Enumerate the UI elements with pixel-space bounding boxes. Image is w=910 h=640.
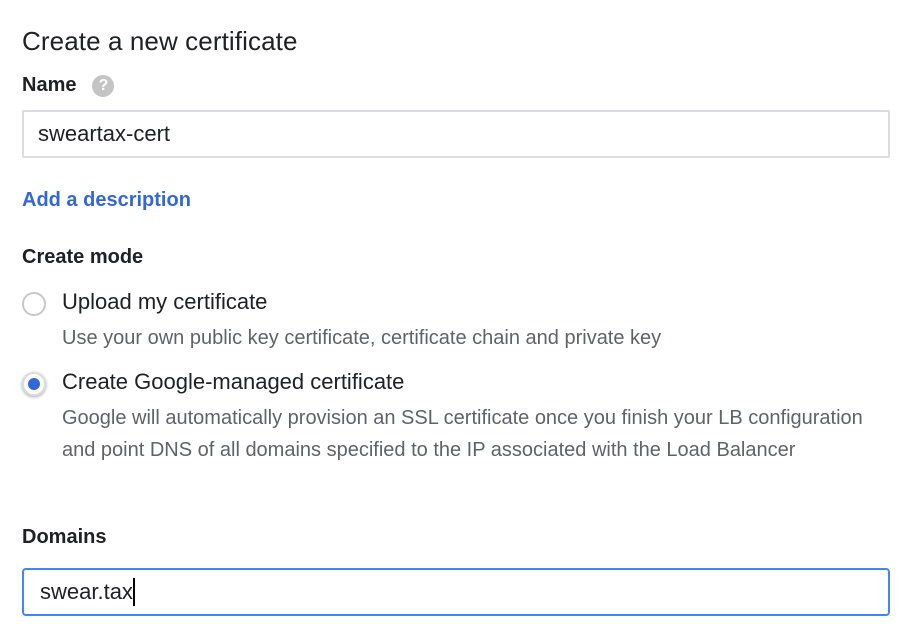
- google-managed-option-title[interactable]: Create Google-managed certificate: [62, 369, 404, 395]
- domains-label: Domains: [22, 526, 107, 548]
- domains-input[interactable]: swear.tax: [22, 568, 890, 616]
- help-question-icon[interactable]: ?: [92, 74, 115, 97]
- upload-radio-button[interactable]: [22, 292, 46, 316]
- upload-option-title[interactable]: Upload my certificate: [62, 289, 267, 315]
- google-managed-option-description: Google will automatically provision an S…: [62, 407, 863, 461]
- radio-selected-dot: [28, 378, 40, 390]
- text-cursor: [132, 578, 135, 606]
- upload-option-description: Use your own public key certificate, cer…: [62, 327, 662, 349]
- name-label-row: Name ?: [22, 74, 115, 97]
- name-input[interactable]: [22, 110, 890, 158]
- domains-input-value: swear.tax: [40, 579, 133, 604]
- page-title: Create a new certificate: [22, 26, 298, 56]
- add-description-link[interactable]: Add a description: [22, 189, 191, 212]
- google-managed-radio-button[interactable]: [22, 372, 46, 396]
- name-label: Name: [22, 74, 77, 96]
- create-mode-label: Create mode: [22, 246, 144, 268]
